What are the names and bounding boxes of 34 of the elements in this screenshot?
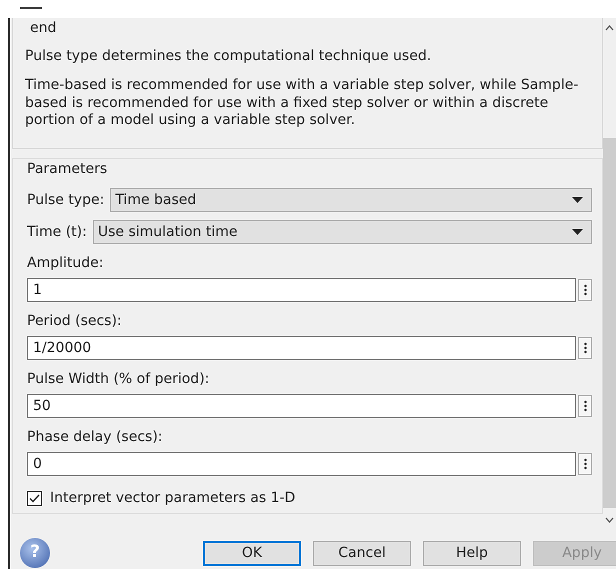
input-field[interactable]: 1/20000 — [27, 336, 576, 360]
description-text: Time-based is recommended for use with a variable step solver, while Sample-based is recommended for use with a fixed step solver or within a discrete portion of a model using a variable step solver. — [25, 77, 580, 130]
scroll-down-icon[interactable] — [605, 517, 614, 523]
code-text: end — [30, 20, 58, 38]
input-field[interactable]: 1 — [27, 278, 576, 302]
checkbox[interactable] — [27, 491, 42, 506]
more-options-button[interactable] — [578, 337, 592, 359]
scroll-thumb[interactable] — [603, 138, 616, 508]
checkbox-label: Interpret vector parameters as 1-D — [50, 489, 296, 508]
dialog-button[interactable]: OK — [203, 540, 301, 566]
more-options-button[interactable] — [578, 279, 592, 301]
dropdown[interactable]: Time based — [110, 188, 592, 212]
field-label: Pulse Width (% of period): — [27, 370, 210, 389]
more-options-button[interactable] — [578, 395, 592, 417]
dots-icon — [584, 284, 586, 296]
field-label: Time (t): — [27, 222, 87, 242]
dots-icon — [584, 458, 586, 470]
dropdown[interactable]: Use simulation time — [92, 220, 592, 244]
field-label: Pulse type: — [27, 190, 104, 210]
description-text: Pulse type determines the computational technique used. — [25, 48, 432, 65]
dialog-button[interactable]: Help — [423, 540, 521, 566]
group-title: Parameters — [27, 160, 108, 179]
more-options-button[interactable] — [578, 453, 592, 475]
scroll-up-icon[interactable] — [605, 25, 614, 31]
caret-icon — [572, 229, 583, 235]
dots-icon — [584, 342, 586, 354]
field-label: Amplitude: — [27, 254, 104, 273]
input-field[interactable]: 50 — [27, 394, 576, 418]
field-label: Period (secs): — [27, 312, 123, 331]
input-field[interactable]: 0 — [27, 452, 576, 476]
dialog-button[interactable]: Cancel — [313, 540, 411, 566]
caret-icon — [572, 197, 583, 203]
dots-icon — [584, 400, 586, 412]
field-label: Phase delay (secs): — [27, 428, 164, 447]
